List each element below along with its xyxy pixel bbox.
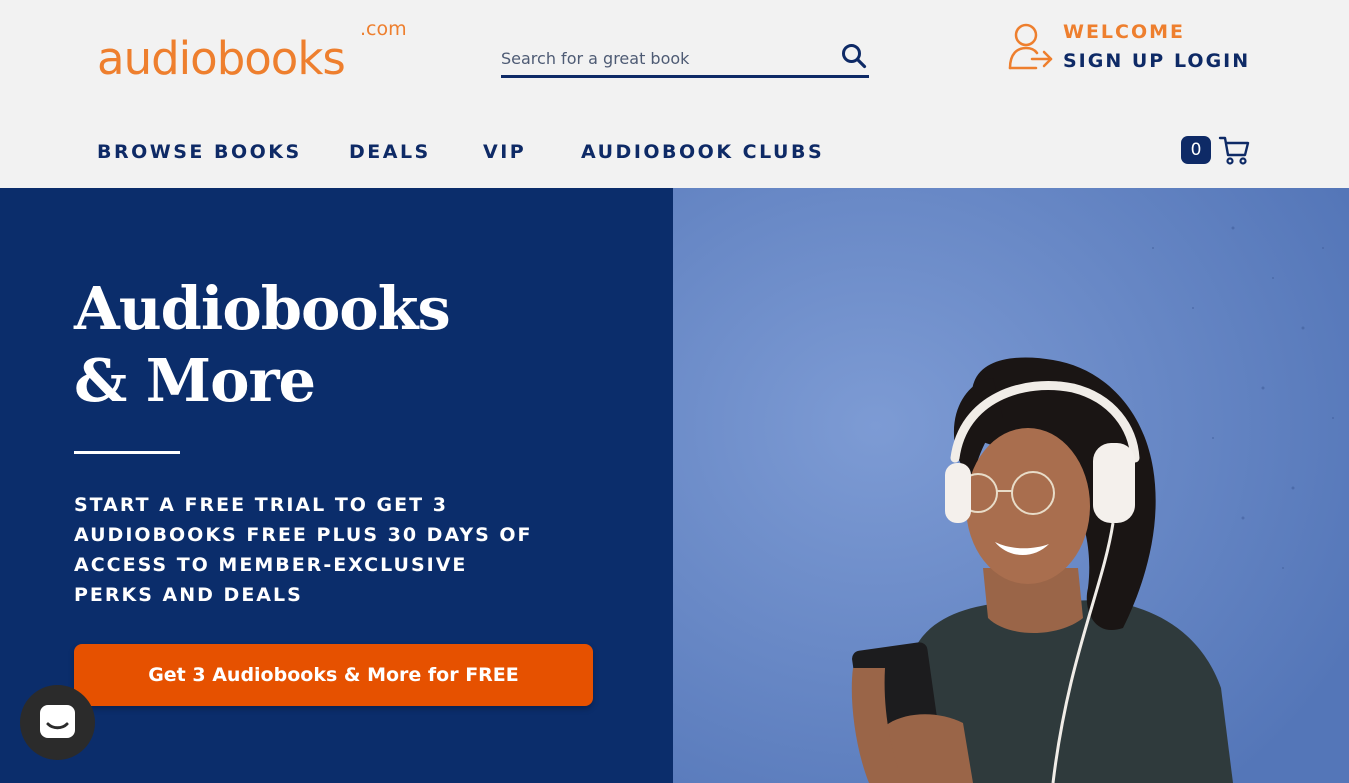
nav-browse-books[interactable]: BROWSE BOOKS xyxy=(97,141,302,163)
hero-panel: Audiobooks & More START A FREE TRIAL TO … xyxy=(0,188,673,783)
search-icon[interactable] xyxy=(841,43,867,69)
nav-vip[interactable]: VIP xyxy=(483,141,526,163)
search-input[interactable] xyxy=(501,44,821,72)
search-bar xyxy=(501,40,869,78)
hero-title-line2: & More xyxy=(74,346,316,415)
hero-divider xyxy=(74,451,180,454)
cart-icon[interactable] xyxy=(1218,134,1250,166)
chat-icon xyxy=(40,705,75,738)
site-header: audiobooks .com WELCOME SIGN UP LOGIN BR… xyxy=(0,0,1349,188)
logo-wordmark: audiobooks xyxy=(97,32,346,85)
logo-suffix: .com xyxy=(360,18,407,40)
hero-title: Audiobooks & More xyxy=(74,273,451,417)
user-arrow-icon xyxy=(1008,23,1053,70)
welcome-label: WELCOME xyxy=(1063,21,1186,43)
nav-deals[interactable]: DEALS xyxy=(349,141,431,163)
chat-widget-button[interactable] xyxy=(20,685,95,760)
nav-audiobook-clubs[interactable]: AUDIOBOOK CLUBS xyxy=(581,141,824,163)
login-link[interactable]: LOGIN xyxy=(1174,50,1250,72)
hero-photo xyxy=(673,188,1349,783)
hero-title-line1: Audiobooks xyxy=(74,274,451,343)
site-logo[interactable]: audiobooks .com xyxy=(97,18,407,84)
cart-count-badge[interactable]: 0 xyxy=(1181,136,1211,164)
hero-subtitle: START A FREE TRIAL TO GET 3 AUDIOBOOKS F… xyxy=(74,494,533,606)
signup-link[interactable]: SIGN UP xyxy=(1063,50,1165,72)
free-trial-cta-button[interactable]: Get 3 Audiobooks & More for FREE xyxy=(74,644,593,706)
woman-with-headphones-image xyxy=(673,188,1349,783)
